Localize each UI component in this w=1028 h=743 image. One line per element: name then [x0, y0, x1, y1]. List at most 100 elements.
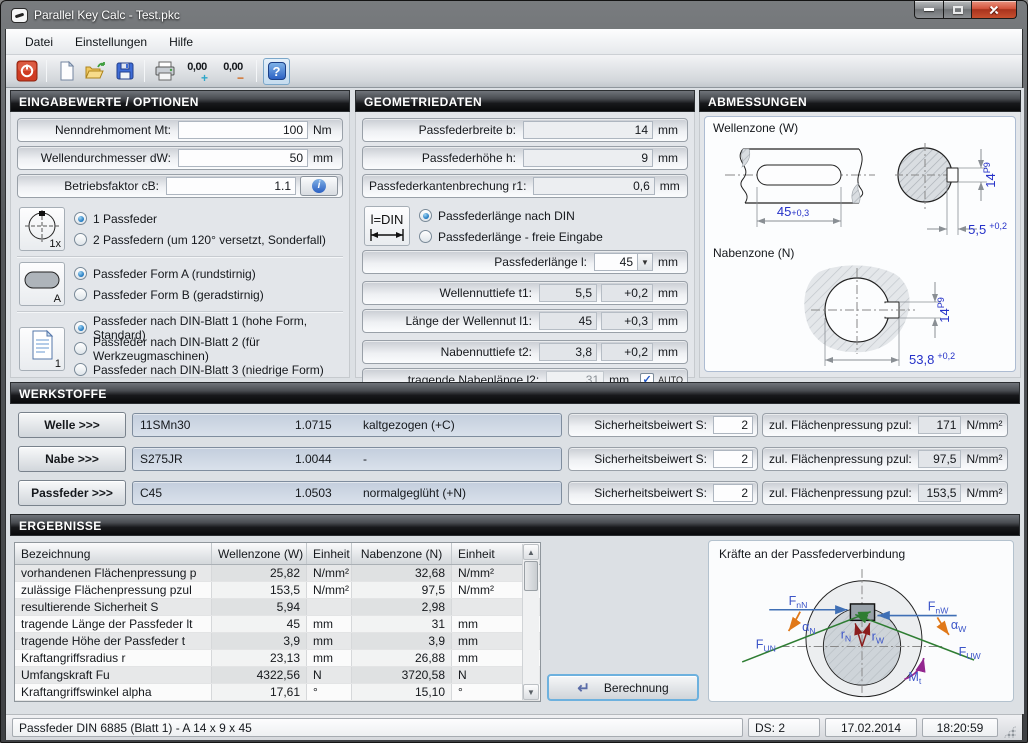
table-row[interactable]: vorhandenen Flächenpressung p 25,82 N/mm…	[15, 565, 540, 582]
material-number: 1.0715	[295, 418, 363, 432]
table-row[interactable]: Umfangskraft Fu 4322,56 N 3720,58 N	[15, 667, 540, 684]
column-header[interactable]: Nabenzone (N)	[352, 543, 452, 564]
din-blatt-icon: 1	[19, 327, 65, 371]
help-button[interactable]: ?	[263, 58, 290, 85]
table-row[interactable]: resultierende Sicherheit S 5,94 2,98	[15, 599, 540, 616]
column-header[interactable]: Einheit	[452, 543, 499, 564]
radio-icon	[74, 288, 87, 301]
table-row[interactable]: Kraftangriffsradius r 23,13 mm 26,88 mm	[15, 650, 540, 667]
field-label: Betriebsfaktor cB:	[24, 179, 166, 193]
option-laenge-din[interactable]: Passfederlänge nach DIN	[419, 205, 603, 226]
exit-button[interactable]	[13, 58, 40, 85]
option-din-blatt-3[interactable]: Passfeder nach DIN-Blatt 3 (niedrige For…	[74, 359, 341, 380]
maximize-button[interactable]	[944, 1, 972, 19]
minimize-icon	[924, 8, 934, 11]
new-file-button[interactable]	[53, 58, 80, 85]
table-row[interactable]: tragende Höhe der Passfeder t 3,9 mm 3,9…	[15, 633, 540, 650]
close-button[interactable]	[972, 1, 1017, 19]
statusbar: Passfeder DIN 6885 (Blatt 1) - A 14 x 9 …	[6, 714, 1022, 740]
einheit-value: N	[452, 667, 499, 683]
passfeder-material-button[interactable]: Passfeder >>>	[18, 480, 126, 506]
wellenzone-value: 3,9	[212, 633, 307, 649]
berechnung-button[interactable]: ↵ Berechnung	[547, 674, 699, 701]
welle-sicherheit-input[interactable]: 2	[713, 416, 753, 434]
svg-text:FnN: FnN	[789, 594, 808, 610]
column-header[interactable]: Wellenzone (W)	[212, 543, 307, 564]
betriebsfaktor-info-button[interactable]: i	[300, 176, 338, 196]
wellenzone-value: 45	[212, 616, 307, 632]
svg-text:Mt: Mt	[908, 670, 921, 686]
table-row[interactable]: zulässige Flächenpressung pzul 153,5 N/m…	[15, 582, 540, 599]
scroll-down-button[interactable]: ▼	[523, 684, 539, 700]
results-table: Bezeichnung Wellenzone (W) Einheit Naben…	[14, 542, 541, 702]
toolbar: 0,00 + 0,00 − ?	[6, 55, 1022, 88]
status-date: 17.02.2014	[825, 718, 917, 737]
menu-einstellungen[interactable]: Einstellungen	[64, 31, 158, 53]
menubar: Datei Einstellungen Hilfe	[6, 29, 1022, 55]
nabennuttiefe-tolerance: +0,2	[601, 343, 653, 361]
status-time: 18:20:59	[922, 718, 998, 737]
decimal-add-button[interactable]: 0,00 +	[180, 58, 214, 85]
wellennuttiefe-tolerance: +0,2	[601, 284, 653, 302]
row-label: Kraftangriffswinkel alpha	[15, 684, 212, 700]
resize-grip[interactable]	[1003, 725, 1016, 738]
wellendurchmesser-input[interactable]: 50	[178, 149, 308, 167]
passfederlaenge-dropdown-button[interactable]: ▼	[638, 253, 653, 271]
nabe-material-button[interactable]: Nabe >>>	[18, 446, 126, 472]
save-button[interactable]	[111, 58, 138, 85]
scroll-up-button[interactable]: ▲	[523, 544, 539, 560]
passfeder-sicherheit-input[interactable]: 2	[713, 484, 753, 502]
minimize-button[interactable]	[914, 1, 944, 19]
material-number: 1.0044	[295, 452, 363, 466]
scrollbar-thumb[interactable]	[524, 561, 538, 591]
betriebsfaktor-input[interactable]: 1.1	[166, 177, 296, 195]
option-1-passfeder[interactable]: 1 Passfeder	[74, 208, 326, 229]
field-unit: mm	[653, 314, 683, 328]
row-label: Kraftangriffsradius r	[15, 650, 212, 666]
nabe-sicherheit-input[interactable]: 2	[713, 450, 753, 468]
svg-text:FUN: FUN	[756, 637, 776, 653]
menu-datei[interactable]: Datei	[14, 31, 64, 53]
option-form-b[interactable]: Passfeder Form B (geradstirnig)	[74, 284, 264, 305]
option-laenge-frei[interactable]: Passfederlänge - freie Eingabe	[419, 226, 603, 247]
wellenzone-value: 17,61	[212, 684, 307, 700]
option-label: 1 Passfeder	[93, 212, 157, 226]
field-unit: N/mm²	[961, 486, 1003, 500]
open-file-button[interactable]	[82, 58, 109, 85]
decimal-remove-button[interactable]: 0,00 −	[216, 58, 250, 85]
print-button[interactable]	[151, 58, 178, 85]
field-nabennuttiefe: Nabennuttiefe t2: 3,8 +0,2 mm	[362, 340, 688, 364]
field-unit: N/mm²	[961, 452, 1003, 466]
welle-material-button[interactable]: Welle >>>	[18, 412, 126, 438]
nabenzone-label: Nabenzone (N)	[713, 246, 1011, 260]
passfeder-sicherheit-field: Sicherheitsbeiwert S: 2	[568, 481, 758, 505]
option-form-a[interactable]: Passfeder Form A (rundstirnig)	[74, 263, 264, 284]
menu-hilfe[interactable]: Hilfe	[158, 31, 204, 53]
field-unit: mm	[653, 286, 683, 300]
field-wellennutlaenge: Länge der Wellennut l1: 45 +0,3 mm	[362, 309, 688, 333]
field-label: Nenndrehmoment Mt:	[24, 123, 178, 137]
einheit-value: N/mm²	[307, 565, 352, 581]
option-din-blatt-2[interactable]: Passfeder nach DIN-Blatt 2 (für Werkzeug…	[74, 338, 341, 359]
option-label: Passfederlänge - freie Eingabe	[438, 230, 603, 244]
table-row[interactable]: tragende Länge der Passfeder lt 45 mm 31…	[15, 616, 540, 633]
field-label: Nabennuttiefe t2:	[369, 345, 539, 359]
column-header[interactable]: Bezeichnung	[15, 543, 212, 564]
nenndrehmoment-input[interactable]: 100	[178, 121, 308, 139]
passfeder-material-field: C45 1.0503 normalgeglüht (+N)	[132, 481, 562, 505]
row-label: tragende Höhe der Passfeder t	[15, 633, 212, 649]
svg-text:53,8+0,2: 53,8+0,2	[909, 351, 955, 367]
svg-text:14P9: 14P9	[936, 297, 952, 322]
scrollbar-track[interactable]	[523, 592, 539, 684]
table-scrollbar[interactable]: ▲ ▼	[522, 544, 539, 700]
option-2-passfedern[interactable]: 2 Passfedern (um 120° versetzt, Sonderfa…	[74, 229, 326, 250]
column-header[interactable]: Einheit	[307, 543, 352, 564]
svg-text:αW: αW	[951, 618, 967, 634]
window-title: Parallel Key Calc - Test.pkc	[34, 8, 180, 22]
passfederlaenge-input[interactable]: 45	[594, 253, 638, 271]
table-row[interactable]: Kraftangriffswinkel alpha 17,61 ° 15,10 …	[15, 684, 540, 701]
nabe-material-field: S275JR 1.0044 -	[132, 447, 562, 471]
field-kantenbrechung: Passfederkantenbrechung r1: 0,6 mm	[362, 174, 688, 198]
titlebar[interactable]: Parallel Key Calc - Test.pkc	[5, 1, 1023, 29]
field-label: Passfederkantenbrechung r1:	[369, 179, 533, 193]
